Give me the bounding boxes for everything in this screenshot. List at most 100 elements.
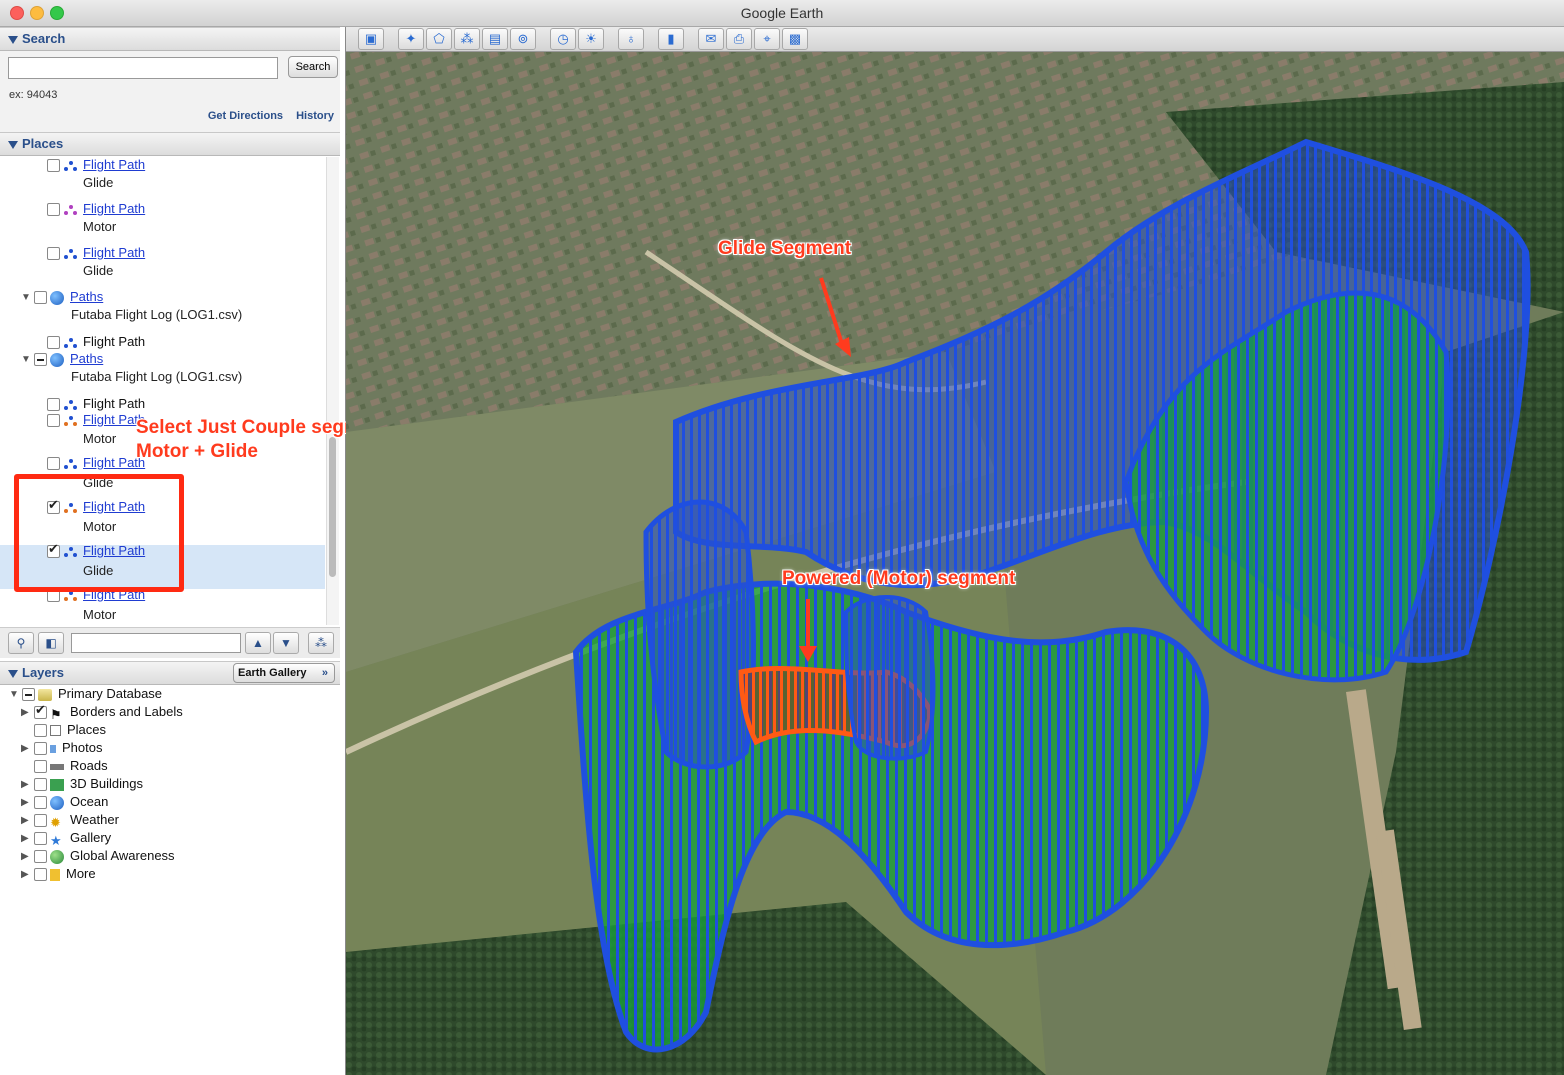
flight-path-link[interactable]: Flight Path: [83, 245, 145, 260]
panel-toggle-button[interactable]: ◧: [38, 632, 64, 654]
disclosure-triangle-icon[interactable]: ▶: [21, 743, 30, 754]
paths-folder-link[interactable]: Paths: [70, 351, 103, 366]
layer-item[interactable]: ▶ Global Awareness: [21, 848, 175, 868]
checkbox[interactable]: [34, 778, 47, 792]
checkbox[interactable]: [47, 336, 60, 350]
list-item-folder[interactable]: ▼ Paths: [21, 289, 103, 309]
disclosure-triangle-icon[interactable]: ▶: [21, 815, 30, 826]
ruler-button[interactable]: ▮: [658, 28, 684, 50]
search-button[interactable]: Search: [288, 56, 338, 78]
earth-3d-view[interactable]: Glide Segment Powered (Motor) segment: [346, 52, 1564, 1075]
layer-item[interactable]: ▶ ⚑ Borders and Labels: [21, 702, 183, 724]
checkbox[interactable]: [34, 353, 47, 367]
add-path-button[interactable]: ⁂: [454, 28, 480, 50]
get-directions-link[interactable]: Get Directions: [208, 110, 283, 122]
disclosure-triangle-icon[interactable]: ▶: [21, 851, 30, 862]
path-icon: [63, 337, 77, 349]
checkbox[interactable]: [47, 414, 60, 428]
list-item[interactable]: Flight Path: [47, 157, 145, 177]
sidebar-toggle-button[interactable]: ▣: [358, 28, 384, 50]
list-item[interactable]: Flight Path: [47, 201, 145, 221]
checkbox[interactable]: [34, 868, 47, 882]
add-placemark-button[interactable]: ✦: [398, 28, 424, 50]
disclosure-triangle-icon[interactable]: ▼: [21, 354, 31, 365]
glide-segment-label: Glide Segment: [718, 238, 852, 259]
scrollbar-thumb[interactable]: [329, 437, 336, 577]
layer-item[interactable]: Roads: [34, 758, 108, 778]
photo-icon: [50, 744, 56, 753]
checkbox[interactable]: [47, 398, 60, 412]
print-button[interactable]: ⎙: [726, 28, 752, 50]
layer-item[interactable]: ▶ Photos: [21, 740, 102, 760]
layer-item[interactable]: ▶ ✹ Weather: [21, 812, 119, 832]
places-filter-input[interactable]: [71, 633, 241, 653]
checkbox[interactable]: [34, 742, 47, 756]
sunlight-button[interactable]: ☀: [578, 28, 604, 50]
list-item[interactable]: Flight Path: [47, 412, 145, 432]
list-item[interactable]: Flight Path: [47, 455, 145, 475]
places-scrollbar[interactable]: [326, 157, 339, 625]
move-down-button[interactable]: ▼: [273, 632, 299, 654]
layer-item[interactable]: ▶ ★ Gallery: [21, 830, 111, 850]
list-item-subtitle: Motor: [83, 431, 117, 446]
search-input[interactable]: [8, 57, 278, 79]
planets-button[interactable]: ♁: [618, 28, 644, 50]
layer-label: 3D Buildings: [70, 776, 143, 791]
layer-item[interactable]: ▶ Ocean: [21, 794, 108, 814]
search-panel-header[interactable]: Search: [0, 27, 340, 51]
title-bar: Google Earth: [0, 0, 1564, 27]
checkbox[interactable]: [34, 832, 47, 846]
checkbox-checked[interactable]: [34, 702, 47, 720]
move-up-button[interactable]: ▲: [245, 632, 271, 654]
layer-item[interactable]: ▶ 3D Buildings: [21, 776, 143, 796]
history-link[interactable]: History: [296, 110, 334, 122]
paths-folder-link[interactable]: Paths: [70, 289, 103, 304]
checkbox[interactable]: [22, 688, 35, 702]
road-icon: [50, 763, 64, 770]
checkbox[interactable]: [34, 796, 47, 810]
list-item-folder[interactable]: ▼ Paths: [21, 351, 103, 371]
record-tour-button[interactable]: ⊚: [510, 28, 536, 50]
places-icon: [50, 725, 61, 737]
checkbox[interactable]: [47, 247, 60, 261]
layer-item[interactable]: ▶ More: [21, 866, 96, 886]
disclosure-triangle-icon[interactable]: ▶: [21, 833, 30, 844]
search-places-button[interactable]: ⚲: [8, 632, 34, 654]
search-panel-title: Search: [22, 31, 66, 46]
checkbox[interactable]: [34, 724, 47, 738]
layer-item[interactable]: Places: [34, 722, 106, 742]
earth-gallery-button[interactable]: Earth Gallery »: [233, 663, 335, 683]
list-item-subtitle: Motor: [83, 219, 117, 234]
layer-item[interactable]: ▼ Primary Database: [9, 686, 162, 706]
layer-label: Gallery: [70, 830, 112, 845]
checkbox[interactable]: [34, 814, 47, 828]
overlay-icon: ▤: [488, 31, 502, 46]
checkbox[interactable]: [47, 159, 60, 173]
disclosure-triangle-icon[interactable]: ▼: [21, 292, 31, 303]
flight-path-link[interactable]: Flight Path: [83, 157, 145, 172]
checkbox[interactable]: [47, 457, 60, 471]
disclosure-triangle-icon[interactable]: ▶: [21, 797, 30, 808]
path-icon: ⁂: [460, 31, 474, 46]
checkbox[interactable]: [34, 760, 47, 774]
tour-button[interactable]: ⁂: [308, 632, 334, 654]
checkbox[interactable]: [34, 291, 47, 305]
checkbox[interactable]: [34, 850, 47, 864]
checkbox[interactable]: [47, 203, 60, 217]
disclosure-triangle-icon[interactable]: ▶: [21, 869, 30, 880]
save-image-button[interactable]: ▩: [782, 28, 808, 50]
disclosure-triangle-icon[interactable]: ▶: [21, 707, 30, 718]
layers-panel-header[interactable]: Layers Earth Gallery »: [0, 661, 340, 685]
add-polygon-button[interactable]: ⬠: [426, 28, 452, 50]
view-in-maps-button[interactable]: ⌖: [754, 28, 780, 50]
list-item[interactable]: Flight Path: [47, 245, 145, 265]
places-panel-header[interactable]: Places: [0, 132, 340, 156]
flight-path-link[interactable]: Flight Path: [83, 201, 145, 216]
print-icon: ⎙: [733, 31, 745, 46]
email-button[interactable]: ✉: [698, 28, 724, 50]
image-icon: ▩: [788, 31, 802, 46]
disclosure-triangle-icon[interactable]: ▼: [9, 689, 19, 700]
add-overlay-button[interactable]: ▤: [482, 28, 508, 50]
disclosure-triangle-icon[interactable]: ▶: [21, 779, 30, 790]
historical-imagery-button[interactable]: ◷: [550, 28, 576, 50]
